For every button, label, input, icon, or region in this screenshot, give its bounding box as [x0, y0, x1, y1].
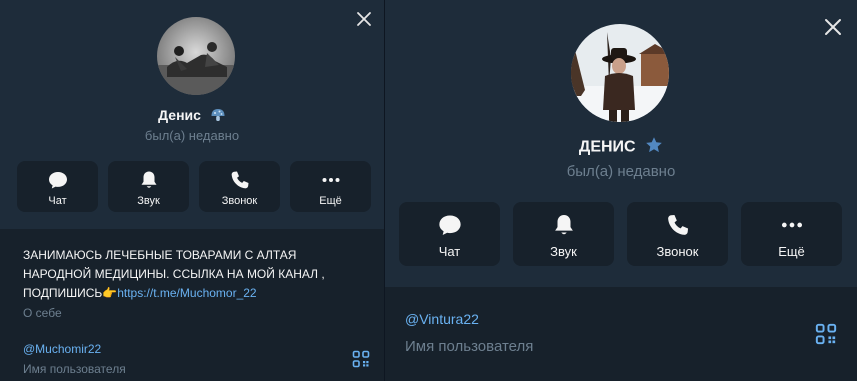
more-button[interactable]: Ещё [290, 161, 371, 212]
avatar-photo [157, 17, 235, 95]
avatar[interactable] [571, 24, 669, 122]
profile-header: Денис был(а) недавно Чат Звук Звонок Ещё [0, 0, 384, 229]
more-icon [781, 222, 802, 228]
bio-text: ЗАНИМАЮСЬ ЛЕЧЕБНЫЕ ТОВАРАМИ С АЛТАЯ НАРО… [23, 246, 368, 303]
call-button[interactable]: Звонок [627, 202, 728, 266]
channel-link[interactable]: https://t.me/Muchomor_22 [117, 286, 256, 300]
pointing-hand-emoji: 👉 [102, 286, 118, 300]
sound-button-label: Звук [550, 244, 577, 259]
bio-line-text: ПОДПИШИСЬ [23, 286, 103, 300]
bio-line: ПОДПИШИСЬ👉https://t.me/Muchomor_22 [23, 284, 368, 303]
qr-code-icon [815, 323, 837, 345]
profile-header: ДЕНИС был(а) недавно Чат Звук Звонок Ещё [385, 0, 857, 287]
action-buttons: Чат Звук Звонок Ещё [399, 202, 842, 266]
last-seen-status: был(а) недавно [566, 163, 676, 180]
more-button-label: Ещё [319, 195, 342, 207]
avatar-photo [571, 24, 669, 122]
chat-icon [48, 172, 67, 189]
mushroom-icon [210, 107, 226, 126]
profile-name: ДЕНИС [578, 138, 636, 156]
more-button-label: Ещё [778, 244, 805, 259]
bio-label: О себе [23, 306, 62, 320]
call-button-label: Звонок [221, 195, 258, 207]
close-icon [825, 19, 841, 35]
bell-icon [554, 214, 573, 235]
sound-button[interactable]: Звук [513, 202, 614, 266]
qr-code-button[interactable] [815, 323, 837, 350]
profile-name: Денис [158, 107, 201, 124]
phone-icon [667, 214, 688, 235]
sound-button-label: Звук [137, 195, 160, 207]
sound-button[interactable]: Звук [108, 161, 189, 212]
username-label: Имя пользователя [405, 338, 534, 355]
qr-code-button[interactable] [352, 350, 370, 373]
bio-line: НАРОДНОЙ МЕДИЦИНЫ. ССЫЛКА НА МОЙ КАНАЛ , [23, 267, 325, 281]
close-button[interactable] [822, 16, 844, 38]
bell-icon [141, 171, 156, 188]
chat-button[interactable]: Чат [17, 161, 98, 212]
call-button-label: Звонок [656, 244, 699, 259]
profile-name-row: ДЕНИС [385, 136, 857, 159]
action-buttons: Чат Звук Звонок Ещё [17, 161, 371, 212]
star-icon [645, 136, 663, 159]
username[interactable]: @Vintura22 [405, 311, 479, 327]
username-label: Имя пользователя [23, 362, 126, 376]
profile-panel-left: Денис был(а) недавно Чат Звук Звонок Ещё… [0, 0, 384, 381]
username[interactable]: @Muchomir22 [23, 342, 101, 356]
more-icon [322, 178, 339, 182]
close-button[interactable] [355, 10, 373, 28]
bio-line: ЗАНИМАЮСЬ ЛЕЧЕБНЫЕ ТОВАРАМИ С АЛТАЯ [23, 248, 297, 262]
chat-button-label: Чат [438, 244, 461, 259]
more-button[interactable]: Ещё [741, 202, 842, 266]
profile-panel-right: ДЕНИС был(а) недавно Чат Звук Звонок Ещё… [385, 0, 857, 381]
qr-code-icon [352, 350, 370, 368]
call-button[interactable]: Звонок [199, 161, 280, 212]
last-seen-status: был(а) недавно [144, 128, 240, 143]
phone-icon [231, 171, 248, 189]
profile-name-row: Денис [0, 107, 384, 126]
chat-button-label: Чат [48, 195, 67, 207]
chat-icon [438, 215, 461, 236]
avatar[interactable] [157, 17, 235, 95]
chat-button[interactable]: Чат [399, 202, 500, 266]
close-icon [357, 12, 371, 26]
